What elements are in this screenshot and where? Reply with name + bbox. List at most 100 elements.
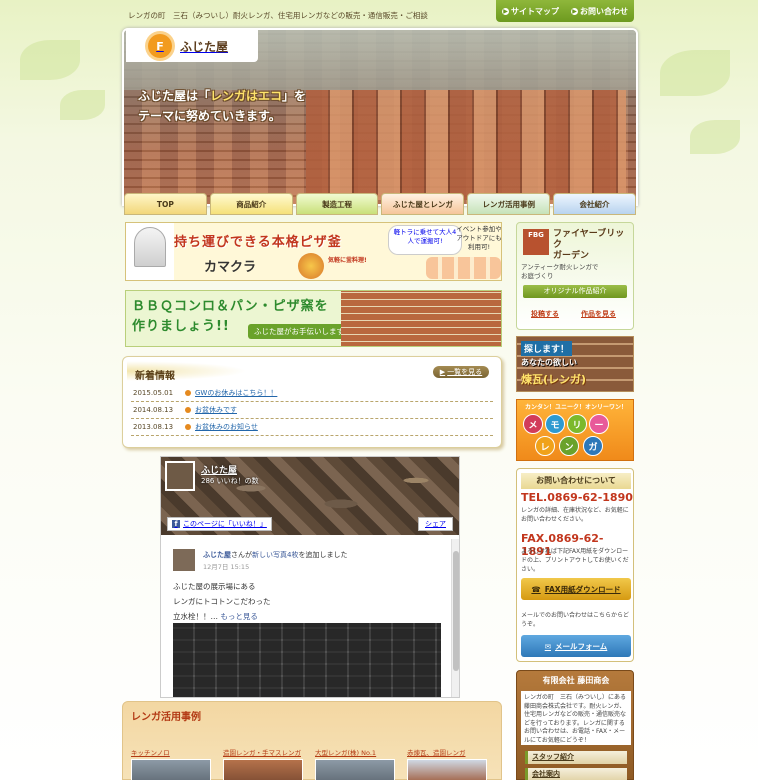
contact-panel: お問い合わせについて TEL.0869-62-1890 レンガの詳細、在庫状況な… [516, 468, 634, 662]
garden-desc: アンティーク耐火レンガで お庭づくり [521, 263, 598, 281]
leaf-decoration [20, 40, 80, 80]
kids-illustration [426, 257, 501, 279]
contact-fax-note: よろしければ下記FAX用紙をダウンロードの上、プリントアウトしてお使いください。 [521, 548, 629, 573]
post-author-link[interactable]: ふじた屋 [203, 551, 231, 559]
facebook-share-button[interactable]: シェア [418, 517, 453, 531]
nav-company[interactable]: 会社紹介 [553, 193, 636, 215]
garden-submit-link[interactable]: 投稿する [531, 309, 559, 319]
cases-title: レンガ活用事例 [131, 712, 201, 723]
news-list: 2015.05.01 GWのお休みはこちら！！ 2014.08.13 お盆休みです … [131, 385, 493, 436]
fire-brick-garden-banner[interactable]: FBG ファイヤーブリック ガーデン アンティーク耐火レンガで お庭づくり オリジナ… [516, 222, 634, 330]
pizza-icon [298, 253, 324, 279]
bbq-banner[interactable]: ＢＢＱコンロ＆パン・ピザ窯を 作りましょう!! ふじた屋がお手伝いします [125, 290, 502, 347]
company-description: レンガの町 三石（みついし）にある藤田商会株式会社です。耐火レンガ、住宅用レンガ… [521, 691, 631, 745]
pizza-oven-image [134, 227, 166, 267]
brick-pallets-image [306, 90, 626, 200]
memory-brick-banner[interactable]: カンタン！ユニーク！オンリーワン！ メ モ リ ー レ ン ガ [516, 399, 634, 461]
facebook-page-name[interactable]: ふじた屋 [201, 463, 237, 476]
memory-tagline: カンタン！ユニーク！オンリーワン！ [524, 404, 627, 411]
news-link[interactable]: お盆休みのお知らせ [195, 422, 258, 432]
case-caption: 赤煉瓦、造園レンガ [407, 749, 466, 757]
post-text: ふじた屋の展示場にある レンガにトコトンこだわった 立水栓！！… もっと見る [173, 579, 271, 624]
kamakura-note-truck: 軽トラに乗せて大人4人で運搬可! [388, 225, 462, 255]
bbq-line2: 作りましょう!! [132, 319, 230, 334]
facebook-page-avatar[interactable] [165, 461, 195, 491]
contact-tel-note: レンガの詳細、在庫状況など、お気軽にお問い合わせください。 [521, 507, 629, 523]
fbg-badge-icon: FBG [523, 229, 549, 255]
post-line: 立水栓！！… [173, 612, 218, 621]
contact-label: お問い合わせ [580, 6, 628, 16]
facebook-icon: f [172, 520, 180, 528]
hero-catchphrase: ふじた屋は「レンガはエコ」を テーマに努めていきます。 [138, 86, 306, 126]
nav-products[interactable]: 商品紹介 [209, 193, 293, 215]
bbq-help-badge: ふじた屋がお手伝いします [248, 324, 350, 339]
leaf-decoration [60, 90, 105, 120]
company-about-link[interactable]: 会社案内 [525, 768, 627, 780]
news-more-button[interactable]: ▶ 一覧を見る [433, 366, 489, 378]
mail-form-label: メールフォーム [555, 641, 608, 651]
nav-cases[interactable]: レンガ活用事例 [467, 193, 551, 215]
bbq-line1: ＢＢＱコンロ＆パン・ピザ窯を [132, 299, 329, 314]
garden-view-link[interactable]: 作品を見る [581, 309, 616, 319]
catch-text: テーマに努めていきます。 [138, 109, 281, 123]
post-line: ふじた屋の展示場にある [173, 582, 256, 591]
garden-title-l1: ファイヤーブリック [553, 229, 625, 250]
kamakura-headline: 持ち運びできる本格ピザ釜 [174, 235, 342, 250]
facebook-like-button[interactable]: f このページに「いいね！」 [167, 517, 272, 531]
catch-text: 」を [282, 89, 307, 103]
case-image [315, 759, 395, 780]
memory-char: ン [559, 436, 579, 456]
news-link[interactable]: GWのお休みはこちら！！ [195, 388, 277, 398]
feed-scrollbar[interactable] [451, 539, 459, 697]
post-avatar[interactable] [173, 549, 195, 571]
cases-grid: キッチンノロ 造園レンガ・手マスレンガ 大型レンガ(株) No.1 赤煉瓦、造園… [131, 747, 501, 780]
case-item[interactable]: 造園レンガ・手マスレンガ [223, 747, 305, 780]
staff-link[interactable]: スタッフ紹介 [525, 751, 627, 764]
like-button-label: このページに「いいね！」 [183, 520, 267, 528]
fax-download-button[interactable]: ☎ FAX用紙ダウンロード [521, 578, 631, 600]
news-link[interactable]: お盆休みです [195, 405, 237, 415]
see-more-link[interactable]: もっと見る [220, 612, 258, 621]
post-date: 12月7日 15:15 [203, 563, 250, 571]
nav-about-brick[interactable]: ふじた屋とレンガ [381, 193, 465, 215]
arrow-icon: ▶ [439, 368, 446, 376]
post-header: ふじた屋さんが新しい写真4枚を追加しました [203, 550, 347, 560]
post-photos-link[interactable]: 新しい写真4枚 [252, 551, 298, 559]
garden-title: ファイヤーブリック ガーデン [553, 229, 633, 262]
post-photo[interactable] [173, 623, 441, 697]
arrow-icon: ▶ [571, 7, 578, 15]
leaf-decoration [660, 50, 730, 96]
case-item[interactable]: 赤煉瓦、造園レンガ [407, 747, 489, 780]
kamakura-banner[interactable]: 持ち運びできる本格ピザ釜 カマクラ 気軽に釜料理! 軽トラに乗せて大人4人で運搬… [125, 222, 502, 281]
news-item: 2015.05.01 GWのお休みはこちら！！ [131, 385, 493, 402]
share-label: シェア [425, 520, 446, 528]
mail-form-button[interactable]: ✉ メールフォーム [521, 635, 631, 657]
memory-char: メ [523, 414, 543, 434]
memory-char: リ [567, 414, 587, 434]
company-panel: 有限会社 藤田商会 レンガの町 三石（みついし）にある藤田商会株式会社です。耐火… [516, 670, 634, 780]
sitemap-label: サイトマップ [511, 6, 559, 16]
post-action-text: さんが [231, 551, 252, 559]
sitemap-link[interactable]: ▶ サイトマップ [502, 6, 559, 17]
find-main: 煉瓦(レンガ) [521, 373, 587, 386]
scrollbar-thumb[interactable] [453, 551, 459, 671]
bullet-icon [185, 424, 191, 430]
bbq-oven-image [341, 291, 501, 346]
post-action-text: を追加しました [298, 551, 348, 559]
kamakura-free-text: 気軽に釜料理! [328, 257, 367, 264]
news-date: 2013.08.13 [133, 423, 174, 431]
nav-top[interactable]: TOP [124, 193, 207, 215]
site-logo[interactable]: F ふじた屋 [126, 30, 258, 62]
case-item[interactable]: キッチンノロ [131, 747, 213, 780]
logo-mark-icon: F [148, 34, 172, 58]
nav-process[interactable]: 製造工程 [295, 193, 379, 215]
find-brick-banner[interactable]: 探します！ あなたの欲しい 煉瓦(レンガ) [516, 336, 634, 392]
contact-link[interactable]: ▶ お問い合わせ [571, 6, 628, 17]
news-date: 2015.05.01 [133, 389, 174, 397]
memory-balls: メ モ リ ー レ ン ガ [523, 414, 631, 458]
case-item[interactable]: 大型レンガ(株) No.1 [315, 747, 397, 780]
contact-mail-note: メールでのお問い合わせはこちらからどうぞ。 [521, 612, 630, 628]
mail-icon: ✉ [544, 641, 551, 651]
garden-desc-l2: お庭づくり [521, 272, 554, 280]
memory-char: ガ [583, 436, 603, 456]
